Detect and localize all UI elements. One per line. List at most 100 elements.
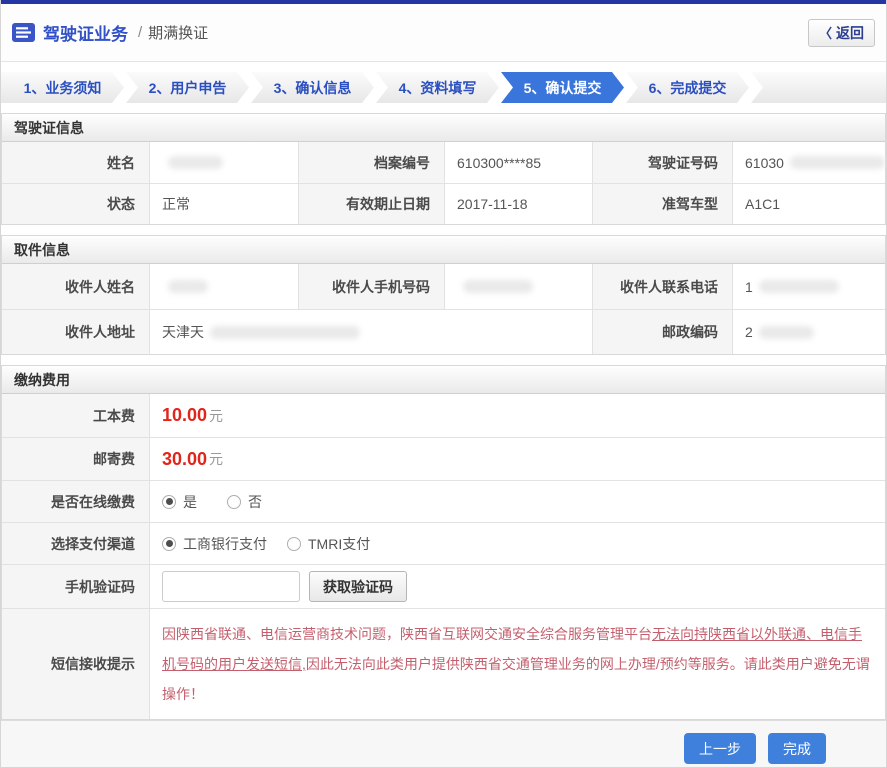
- recipient-name-value: [149, 264, 298, 309]
- production-fee-amount: 10.00: [162, 405, 208, 425]
- online-payment-no-option[interactable]: 否: [227, 492, 262, 512]
- sms-notice-cell: 因陕西省联通、电信运营商技术问题，陕西省互联网交通安全综合服务管理平台无法向持陕…: [149, 609, 885, 719]
- recipient-phone-label: 收件人联系电话: [592, 264, 732, 309]
- recipient-mobile-label: 收件人手机号码: [298, 264, 444, 309]
- payment-channel-label: 选择支付渠道: [2, 523, 149, 564]
- step-label: 3、确认信息: [273, 79, 352, 96]
- page: 驾驶证业务 / 期满换证 〈返回 1、业务须知 2、用户申告 3、确认信息 4、…: [0, 0, 887, 768]
- step-label: 5、确认提交: [523, 79, 602, 96]
- table-row: 短信接收提示 因陕西省联通、电信运营商技术问题，陕西省互联网交通安全综合服务管理…: [2, 608, 885, 719]
- file-number-label: 档案编号: [298, 142, 444, 183]
- license-info-section: 驾驶证信息 姓名 档案编号 610300****85 驾驶证号码 61030 状…: [1, 113, 886, 225]
- production-fee-label: 工本费: [2, 394, 149, 437]
- status-value: 正常: [149, 184, 298, 224]
- recipient-mobile-value: [444, 264, 592, 309]
- chevron-left-icon: 〈: [818, 26, 832, 41]
- step-5-confirm-submit: 5、确认提交: [501, 72, 624, 103]
- sms-notice-text: 因陕西省联通、电信运营商技术问题，陕西省互联网交通安全综合服务管理平台无法向持陕…: [162, 626, 870, 702]
- postal-code-label: 邮政编码: [592, 310, 732, 354]
- currency-unit: 元: [209, 407, 224, 424]
- table-row: 收件人姓名 收件人手机号码 收件人联系电话 1: [2, 264, 885, 309]
- valid-until-value: 2017-11-18: [444, 184, 592, 224]
- redacted-value: [789, 156, 885, 169]
- mailing-fee-amount: 30.00: [162, 448, 208, 469]
- table-row: 是否在线缴费 是 否: [2, 480, 885, 522]
- step-label: 2、用户申告: [148, 79, 227, 96]
- table-row: 手机验证码 获取验证码: [2, 564, 885, 608]
- channel-tmri-option[interactable]: TMRI支付: [287, 534, 370, 554]
- table-row: 工本费 10.00 元: [2, 394, 885, 437]
- table-row: 邮寄费 30.00 元: [2, 437, 885, 480]
- sms-code-input[interactable]: [162, 571, 300, 602]
- redacted-value: [210, 325, 360, 339]
- radio-label: 是: [183, 493, 197, 510]
- table-row: 姓名 档案编号 610300****85 驾驶证号码 61030: [2, 142, 885, 183]
- section-title-pickup: 取件信息: [2, 236, 885, 264]
- step-1-business-notice: 1、业务须知: [1, 72, 124, 103]
- section-title-license: 驾驶证信息: [2, 114, 885, 142]
- name-label: 姓名: [2, 142, 149, 183]
- sms-code-field-cell: 获取验证码: [149, 565, 885, 608]
- breadcrumb-separator: /: [138, 24, 143, 41]
- payment-section: 缴纳费用 工本费 10.00 元 邮寄费 30.00 元 是否在线缴费 是 否 选择…: [1, 365, 886, 720]
- file-number-value: 610300****85: [444, 142, 592, 183]
- done-button[interactable]: 完成: [768, 733, 826, 764]
- step-label: 6、完成提交: [648, 79, 727, 96]
- mailing-fee-label: 邮寄费: [2, 438, 149, 480]
- step-4-fill-data: 4、资料填写: [376, 72, 499, 103]
- page-header: 驾驶证业务 / 期满换证 〈返回: [1, 4, 886, 62]
- redacted-value: [758, 325, 814, 339]
- radio-label: TMRI支付: [308, 535, 371, 552]
- step-label: 4、资料填写: [398, 79, 477, 96]
- radio-label: 工商银行支付: [183, 535, 267, 552]
- step-6-complete-submit: 6、完成提交: [626, 72, 749, 103]
- license-number-value: 61030: [732, 142, 885, 183]
- postal-code-value: 2: [732, 310, 885, 354]
- table-row: 状态 正常 有效期止日期 2017-11-18 准驾车型 A1C1: [2, 183, 885, 224]
- redacted-value: [758, 280, 839, 293]
- redacted-value: [463, 280, 533, 293]
- footer-action-bar: 上一步 完成: [1, 720, 886, 767]
- license-business-icon: [12, 23, 35, 42]
- previous-step-button[interactable]: 上一步: [684, 733, 756, 764]
- step-2-user-declaration: 2、用户申告: [126, 72, 249, 103]
- redacted-value: [168, 280, 208, 293]
- breadcrumb-current: 期满换证: [148, 25, 209, 42]
- back-button-label: 返回: [836, 24, 864, 41]
- recipient-address-label: 收件人地址: [2, 310, 149, 354]
- step-bar-filler: [751, 72, 886, 103]
- table-row: 选择支付渠道 工商银行支付 TMRI支付: [2, 522, 885, 564]
- sms-code-label: 手机验证码: [2, 565, 149, 608]
- get-sms-code-button[interactable]: 获取验证码: [309, 571, 407, 602]
- step-label: 1、业务须知: [23, 79, 102, 96]
- online-payment-label: 是否在线缴费: [2, 481, 149, 522]
- radio-label: 否: [248, 493, 262, 510]
- step-3-confirm-info: 3、确认信息: [251, 72, 374, 103]
- radio-unchecked-icon[interactable]: [287, 536, 301, 551]
- name-value: [149, 142, 298, 183]
- vehicle-class-value: A1C1: [732, 184, 885, 224]
- radio-unchecked-icon[interactable]: [227, 494, 241, 509]
- recipient-phone-value: 1: [732, 264, 885, 309]
- recipient-address-value: 天津天: [149, 310, 592, 354]
- channel-icbc-option[interactable]: 工商银行支付: [162, 534, 267, 554]
- radio-checked-icon[interactable]: [162, 536, 176, 551]
- vehicle-class-label: 准驾车型: [592, 184, 732, 224]
- valid-until-label: 有效期止日期: [298, 184, 444, 224]
- pickup-info-section: 取件信息 收件人姓名 收件人手机号码 收件人联系电话 1 收件人地址 天津天 邮…: [1, 235, 886, 355]
- back-button[interactable]: 〈返回: [807, 18, 875, 47]
- status-label: 状态: [2, 184, 149, 224]
- table-row: 收件人地址 天津天 邮政编码 2: [2, 309, 885, 354]
- radio-checked-icon[interactable]: [162, 494, 176, 509]
- recipient-name-label: 收件人姓名: [2, 264, 149, 309]
- license-number-label: 驾驶证号码: [592, 142, 732, 183]
- currency-unit: 元: [209, 451, 224, 467]
- section-title-payment: 缴纳费用: [2, 366, 885, 394]
- step-progress-bar: 1、业务须知 2、用户申告 3、确认信息 4、资料填写 5、确认提交 6、完成提…: [1, 72, 886, 103]
- online-payment-options: 是 否: [149, 481, 885, 522]
- payment-channel-options: 工商银行支付 TMRI支付: [149, 523, 885, 564]
- online-payment-yes-option[interactable]: 是: [162, 492, 197, 512]
- sms-notice-label: 短信接收提示: [2, 609, 149, 719]
- production-fee-value: 10.00 元: [149, 394, 885, 437]
- mailing-fee-value: 30.00 元: [149, 438, 885, 480]
